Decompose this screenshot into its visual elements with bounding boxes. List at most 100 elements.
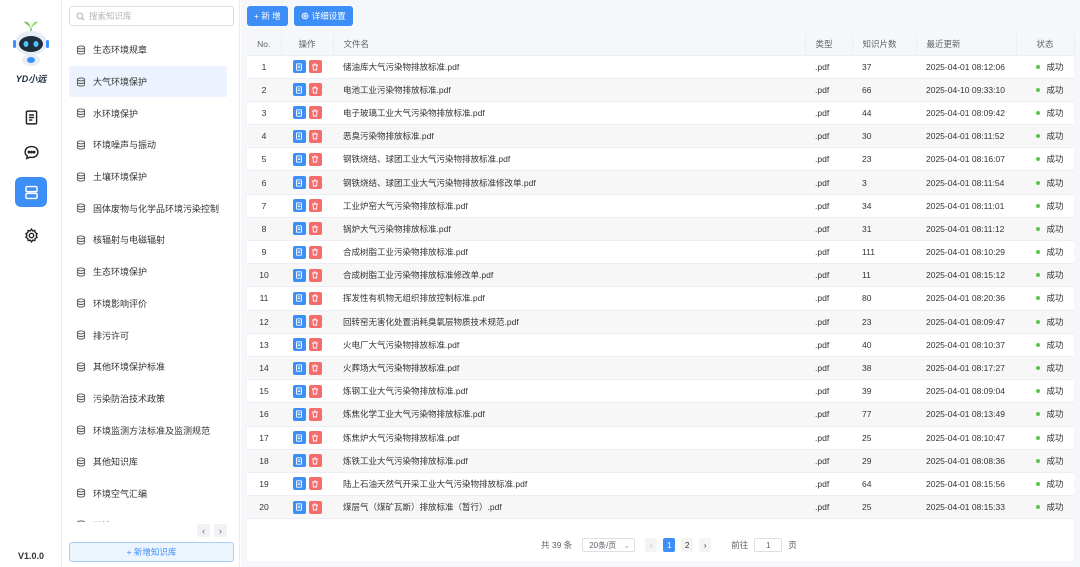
row-chunk-count: 111 [852,240,916,265]
view-document-button[interactable] [292,454,306,468]
kb-list-item[interactable]: 环境... [69,509,227,522]
view-document-button[interactable] [292,291,306,305]
goto-label: 前往 [731,540,749,550]
delete-button[interactable] [308,268,322,282]
view-document-button[interactable] [292,176,306,190]
delete-button[interactable] [308,384,322,398]
delete-button[interactable] [308,407,322,421]
database-icon [76,108,86,118]
nav-chat-button[interactable] [15,137,47,167]
kb-list-item[interactable]: 生态环境保护 [69,256,227,288]
kb-list-item[interactable]: 生态环境规章 [69,34,227,66]
kb-list-item[interactable]: 环境影响评价 [69,288,227,320]
delete-button[interactable] [308,338,322,352]
row-updated: 2025-04-01 08:15:12 [916,263,1016,288]
new-button[interactable]: + 新 增 [247,6,288,26]
view-document-button[interactable] [292,152,306,166]
kb-list-item[interactable]: 环境监测方法标准及监测规范 [69,414,227,446]
nav-documents-button[interactable] [15,102,47,132]
row-chunk-count: 23 [852,147,916,172]
delete-button[interactable] [308,291,322,305]
row-filename: 火电厂大气污染物排放标准.pdf [333,333,805,357]
view-document-button[interactable] [292,222,306,236]
view-document-button[interactable] [292,361,306,375]
view-document-button[interactable] [292,338,306,352]
kb-search-input[interactable] [89,11,229,21]
delete-button[interactable] [308,454,322,468]
nav-knowledge-base-button[interactable] [15,177,47,207]
col-status: 状态 [1016,34,1075,56]
delete-button[interactable] [308,431,322,445]
page-1-button[interactable]: 1 [663,538,676,552]
trash-icon [312,225,318,233]
kb-list-item[interactable]: 排污许可 [69,319,227,351]
view-document-button[interactable] [292,315,306,329]
kb-prev-icon[interactable]: ‹ [197,524,210,537]
kb-list-item[interactable]: 核辐射与电磁辐射 [69,224,227,256]
view-document-button[interactable] [292,245,306,259]
document-icon [296,86,302,94]
delete-button[interactable] [308,199,322,213]
delete-button[interactable] [308,106,322,120]
view-document-button[interactable] [292,60,306,74]
row-updated: 2025-04-01 08:08:36 [916,449,1016,473]
view-document-button[interactable] [292,83,306,97]
document-icon [296,387,302,395]
trash-icon [312,295,318,302]
kb-list-item[interactable]: 土壤环境保护 [69,161,227,193]
kb-list-item[interactable]: 其他知识库 [69,446,227,478]
row-actions [281,194,333,218]
kb-next-icon[interactable]: › [214,524,227,537]
prev-page-button[interactable]: ‹ [645,538,658,552]
kb-list-item[interactable]: 水环境保护 [69,97,227,129]
row-actions [281,217,333,242]
delete-button[interactable] [308,222,322,236]
next-page-button[interactable]: › [699,538,712,552]
delete-button[interactable] [308,176,322,190]
delete-button[interactable] [308,83,322,97]
delete-button[interactable] [308,152,322,166]
row-updated: 2025-04-01 08:09:04 [916,379,1016,404]
delete-button[interactable] [308,500,322,514]
view-document-button[interactable] [292,384,306,398]
view-document-button[interactable] [292,199,306,213]
page-2-button[interactable]: 2 [681,538,694,552]
view-document-button[interactable] [292,500,306,514]
kb-list-item-label: 其他环境保护标准 [93,362,166,373]
delete-button[interactable] [308,129,322,143]
status-label: 成功 [1046,339,1064,350]
delete-button[interactable] [308,315,322,329]
kb-list-item[interactable]: 大气环境保护 [69,65,227,98]
kb-list-item[interactable]: 环境空气汇编 [69,478,227,510]
view-document-button[interactable] [292,129,306,143]
kb-search-box[interactable] [69,6,234,26]
database-icon [76,393,86,403]
trash-icon [312,503,318,511]
kb-list-item[interactable]: 其他环境保护标准 [69,351,227,383]
view-document-button[interactable] [292,106,306,120]
status-label: 成功 [1046,61,1064,72]
row-filename: 陆上石油天然气开采工业大气污染物排放标准.pdf [333,472,805,497]
settings-detail-button[interactable]: 详细设置 [293,6,353,26]
add-knowledge-base-button[interactable]: + 新增知识库 [69,542,234,562]
row-updated: 2025-04-01 08:11:54 [916,170,1016,195]
kb-list-item[interactable]: 环境噪声与振动 [69,129,227,161]
row-updated: 2025-04-01 08:11:52 [916,124,1016,149]
row-status: 成功 [1016,356,1074,381]
delete-button[interactable] [308,60,322,74]
delete-button[interactable] [308,477,322,491]
kb-list-item-label: 污染防治技术政策 [93,393,166,404]
view-document-button[interactable] [292,477,306,491]
page-size-select[interactable]: 20条/页 ⌄ [582,538,636,552]
delete-button[interactable] [308,361,322,375]
nav-settings-button[interactable] [15,220,47,250]
delete-button[interactable] [308,245,322,259]
table-row: 2 电池工业污染物排放标准.pdf .pdf 66 2025-04-10 09:33:1… [247,78,1074,102]
row-type: .pdf [805,124,852,149]
kb-list-item[interactable]: 污染防治技术政策 [69,383,227,415]
goto-page-input[interactable]: 1 [754,538,783,552]
view-document-button[interactable] [292,268,306,282]
kb-list-item[interactable]: 固体废物与化学品环境污染控制 [69,192,227,224]
view-document-button[interactable] [292,407,306,421]
view-document-button[interactable] [292,431,306,445]
